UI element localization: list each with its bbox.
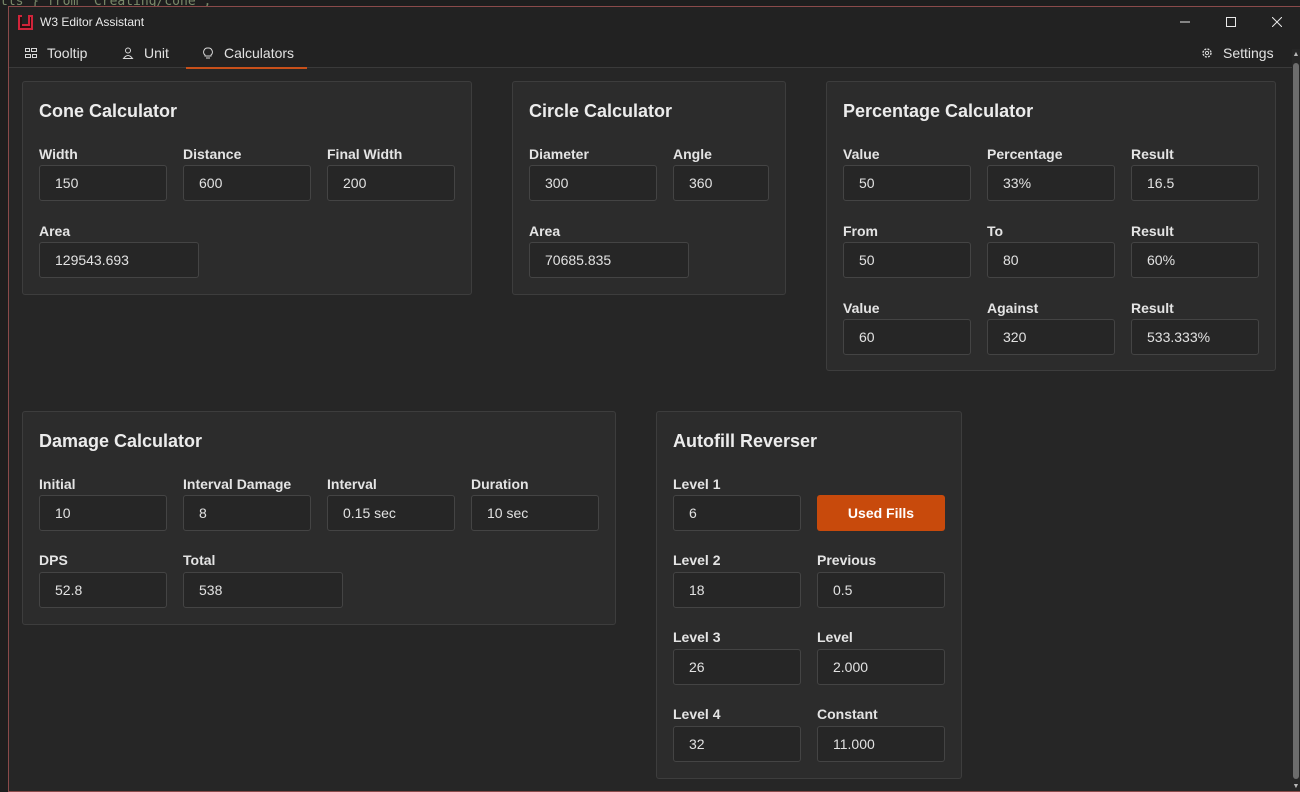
tab-bar: Tooltip Unit Calculators Settings [9, 37, 1300, 69]
result-output[interactable]: 60% [1131, 242, 1259, 278]
result-label: Result [1131, 300, 1174, 316]
maximize-button[interactable] [1208, 7, 1254, 37]
area-label: Area [39, 223, 71, 239]
scroll-thumb[interactable] [1293, 63, 1299, 779]
tab-unit-label: Unit [144, 44, 169, 61]
used-fills-button[interactable]: Used Fills [817, 495, 945, 531]
user-icon [122, 47, 134, 59]
circle-calculator-panel: Circle Calculator Diameter 300 Angle 360… [512, 81, 786, 295]
from-label: From [843, 223, 878, 239]
from-input[interactable]: 50 [843, 242, 971, 278]
level-label: Level [817, 629, 853, 645]
scroll-down-icon[interactable]: ▼ [1292, 783, 1300, 791]
angle-input[interactable]: 360 [673, 165, 769, 201]
tooltip-icon [25, 47, 37, 59]
interval-damage-input[interactable]: 8 [183, 495, 311, 531]
constant-label: Constant [817, 706, 878, 722]
vertical-scrollbar[interactable]: ▲ ▼ [1292, 49, 1300, 791]
maximize-icon [1226, 17, 1236, 27]
panel-title: Cone Calculator [39, 101, 178, 121]
previous-label: Previous [817, 552, 877, 568]
angle-label: Angle [673, 146, 712, 162]
duration-input[interactable]: 10 sec [471, 495, 599, 531]
level-3-label: Level 3 [673, 629, 721, 645]
area-output[interactable]: 129543.693 [39, 242, 199, 278]
constant-output[interactable]: 11.000 [817, 726, 945, 762]
interval-label: Interval [327, 476, 377, 492]
result-output[interactable]: 16.5 [1131, 165, 1259, 201]
area-output[interactable]: 70685.835 [529, 242, 689, 278]
percentage-calculator-panel: Percentage Calculator Value 50 Percentag… [826, 81, 1276, 371]
diameter-input[interactable]: 300 [529, 165, 657, 201]
gear-icon [1201, 47, 1213, 59]
against-input[interactable]: 320 [987, 319, 1115, 355]
tab-unit[interactable]: Unit [122, 37, 184, 68]
level-4-input[interactable]: 32 [673, 726, 801, 762]
distance-label: Distance [183, 146, 242, 162]
calculators-content: Cone Calculator Width 150 Distance 600 F… [9, 69, 1289, 791]
percentage-input[interactable]: 33% [987, 165, 1115, 201]
level-output[interactable]: 2.000 [817, 649, 945, 685]
distance-input[interactable]: 600 [183, 165, 311, 201]
panel-title: Autofill Reverser [673, 431, 818, 451]
against-label: Against [987, 300, 1039, 316]
cone-calculator-panel: Cone Calculator Width 150 Distance 600 F… [22, 81, 472, 295]
result-label: Result [1131, 146, 1174, 162]
value-input[interactable]: 60 [843, 319, 971, 355]
tab-tooltip[interactable]: Tooltip [25, 37, 105, 68]
interval-damage-label: Interval Damage [183, 476, 292, 492]
final-width-input[interactable]: 200 [327, 165, 455, 201]
close-button[interactable] [1254, 7, 1300, 37]
initial-label: Initial [39, 476, 76, 492]
to-input[interactable]: 80 [987, 242, 1115, 278]
percentage-label: Percentage [987, 146, 1063, 162]
total-label: Total [183, 552, 216, 568]
result-output[interactable]: 533.333% [1131, 319, 1259, 355]
width-input[interactable]: 150 [39, 165, 167, 201]
settings-label: Settings [1223, 44, 1274, 61]
level-3-input[interactable]: 26 [673, 649, 801, 685]
dps-label: DPS [39, 552, 68, 568]
dps-output[interactable]: 52.8 [39, 572, 167, 608]
width-label: Width [39, 146, 78, 162]
level-2-label: Level 2 [673, 552, 721, 568]
tab-tooltip-label: Tooltip [47, 44, 88, 61]
window-controls [1162, 7, 1300, 37]
title-bar: W3 Editor Assistant [9, 7, 1300, 37]
damage-calculator-panel: Damage Calculator Initial 10 Interval Da… [22, 411, 616, 625]
window-title: W3 Editor Assistant [40, 15, 145, 29]
tab-calculators[interactable]: Calculators [186, 37, 307, 69]
scroll-up-icon[interactable]: ▲ [1292, 51, 1300, 59]
initial-input[interactable]: 10 [39, 495, 167, 531]
level-1-input[interactable]: 6 [673, 495, 801, 531]
minimize-icon [1180, 21, 1190, 23]
tab-calculators-label: Calculators [224, 44, 295, 61]
duration-label: Duration [471, 476, 529, 492]
autofill-reverser-panel: Autofill Reverser Level 1 6 Used Fills L… [656, 411, 962, 779]
value-label: Value [843, 300, 880, 316]
lightbulb-icon [202, 47, 214, 59]
panel-title: Percentage Calculator [843, 101, 1034, 121]
diameter-label: Diameter [529, 146, 589, 162]
previous-input[interactable]: 0.5 [817, 572, 945, 608]
total-output[interactable]: 538 [183, 572, 343, 608]
minimize-button[interactable] [1162, 7, 1208, 37]
close-icon [1272, 17, 1282, 27]
level-1-label: Level 1 [673, 476, 721, 492]
settings-button[interactable]: Settings [1201, 37, 1281, 68]
result-label: Result [1131, 223, 1174, 239]
interval-input[interactable]: 0.15 sec [327, 495, 455, 531]
to-label: To [987, 223, 1004, 239]
level-4-label: Level 4 [673, 706, 721, 722]
level-2-input[interactable]: 18 [673, 572, 801, 608]
area-label: Area [529, 223, 561, 239]
panel-title: Circle Calculator [529, 101, 673, 121]
value-label: Value [843, 146, 880, 162]
app-window: W3 Editor Assistant Tooltip Unit Calcula… [8, 6, 1300, 792]
final-width-label: Final Width [327, 146, 403, 162]
panel-title: Damage Calculator [39, 431, 203, 451]
value-input[interactable]: 50 [843, 165, 971, 201]
app-logo-icon [18, 14, 33, 30]
